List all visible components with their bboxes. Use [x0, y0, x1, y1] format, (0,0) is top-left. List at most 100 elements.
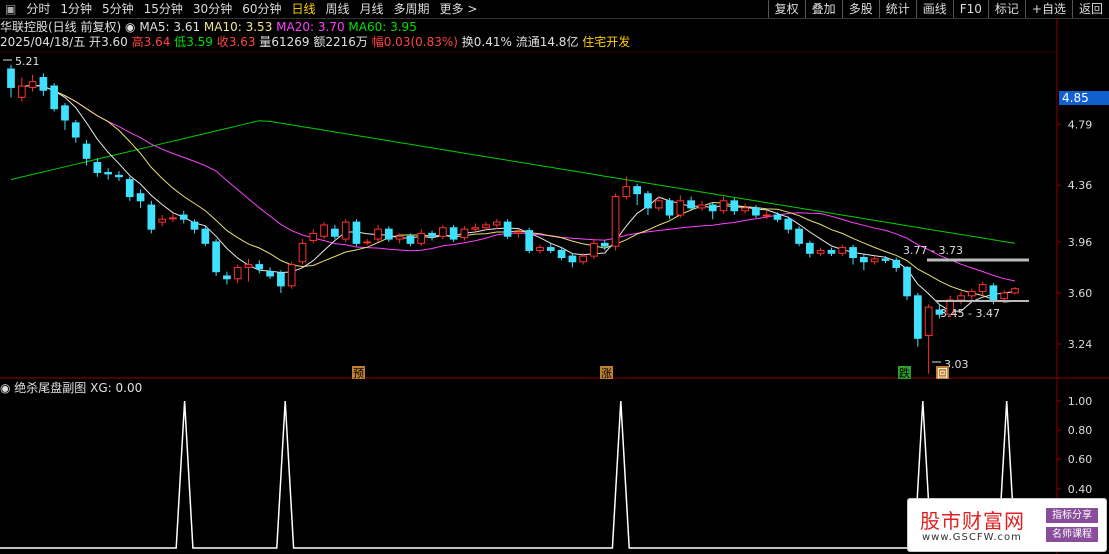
candle-body	[39, 77, 48, 91]
sub-axis-label: 0.40	[1068, 483, 1093, 496]
candle-body	[233, 266, 242, 280]
watermark-title: 股市财富网	[920, 509, 1025, 533]
candle-body	[860, 257, 868, 263]
candle-body	[903, 266, 911, 297]
candle-body	[428, 232, 436, 237]
candle-body	[169, 217, 177, 220]
candle-body	[244, 264, 253, 268]
candle-body	[266, 271, 274, 277]
candle-body	[61, 105, 69, 121]
candle-body	[525, 230, 534, 251]
candle-body	[406, 235, 415, 244]
candle-body	[50, 85, 59, 110]
candle-body	[438, 227, 447, 237]
candle-body	[687, 200, 695, 209]
candle-body	[341, 221, 350, 240]
candle-body	[1000, 292, 1009, 300]
candle-body	[17, 85, 26, 98]
range-low-label: 3.45 - 3.47	[940, 307, 1000, 320]
candle-body	[590, 242, 598, 257]
marker-label: 回	[937, 367, 948, 380]
candle-body	[1011, 288, 1019, 294]
marker-label: 涨	[601, 367, 612, 380]
marker-label: 预	[353, 367, 364, 380]
candle-body	[719, 200, 728, 212]
candle-body	[136, 193, 145, 202]
candle-body	[255, 264, 264, 270]
candle-body	[503, 221, 512, 237]
subchart-settings-icon[interactable]: ◉	[0, 381, 14, 395]
candle-body	[957, 295, 965, 301]
watermark-tag-share: 指标分享	[1046, 508, 1098, 523]
candle-body	[449, 227, 458, 240]
candle-body	[82, 143, 91, 159]
candle-body	[827, 249, 836, 254]
candle-body	[676, 200, 685, 216]
candle-body	[492, 221, 501, 226]
candle-body	[978, 283, 987, 293]
candle-body	[147, 204, 156, 230]
candle-body	[849, 247, 857, 259]
candle-body	[331, 228, 339, 237]
candle-body	[870, 258, 879, 263]
candle-body	[816, 249, 825, 254]
candle-body	[622, 186, 631, 198]
candle-body	[644, 193, 652, 209]
candle-body	[752, 207, 760, 216]
candle-body	[611, 196, 620, 247]
candle-body	[471, 227, 480, 230]
candle-body	[28, 81, 37, 88]
candle-body	[546, 247, 555, 251]
subchart-title[interactable]: 绝杀尾盘副图	[14, 381, 86, 395]
candle-body	[482, 224, 490, 229]
candle-body	[654, 200, 663, 209]
candle-body	[320, 224, 328, 237]
candle-body	[881, 258, 890, 261]
candle-body	[71, 122, 80, 138]
candle-body	[924, 306, 933, 336]
top-price-label: 5.21	[15, 55, 40, 68]
candle-body	[741, 207, 749, 212]
kline-chart[interactable]: 4.79 4.36 3.96 3.60 3.24 1.00 0.80 0.60 0.40 5.21…	[0, 0, 1109, 554]
candle-body	[158, 218, 166, 223]
candle-body	[277, 272, 285, 287]
candle-body	[125, 179, 134, 198]
subchart-header: ◉ 绝杀尾盘副图 XG: 0.00	[0, 381, 142, 396]
xg-value: XG: 0.00	[90, 381, 143, 395]
candle-body	[352, 221, 361, 244]
candle-body	[374, 228, 382, 240]
candle-body	[892, 259, 901, 268]
candle-body	[698, 204, 706, 209]
candle-body	[838, 247, 847, 254]
ma10-line	[21, 84, 1016, 303]
current-price-tag: 4.85	[1059, 91, 1109, 105]
candle-body	[665, 200, 674, 216]
candle-body	[913, 295, 922, 339]
candle-body	[806, 242, 814, 254]
candle-body	[201, 228, 210, 244]
candle-body	[989, 285, 998, 301]
candle-body	[600, 242, 609, 247]
candle-body	[730, 200, 739, 212]
price-axis-label: 4.79	[1068, 118, 1093, 131]
candle-body	[7, 68, 15, 88]
sub-axis-label: 0.60	[1068, 453, 1093, 466]
candle-body	[417, 232, 426, 244]
candle-body	[784, 218, 793, 230]
candle-body	[708, 204, 717, 212]
watermark-tag-course: 名师课程	[1046, 527, 1098, 542]
price-axis-label: 3.96	[1068, 236, 1093, 249]
watermark-url: www.GSCFW.com	[922, 532, 1022, 543]
candle-body	[568, 255, 577, 263]
price-axis-label: 3.60	[1068, 287, 1093, 300]
signal-line	[0, 400, 1057, 549]
ma20-line	[32, 84, 1016, 282]
candle-body	[179, 214, 188, 220]
candle-body	[287, 264, 296, 287]
ma5-line	[21, 84, 1016, 312]
candle-body	[104, 171, 113, 175]
candle-body	[385, 228, 393, 240]
candle-body	[115, 174, 123, 178]
candle-body	[93, 162, 102, 173]
candle-body	[190, 221, 199, 230]
